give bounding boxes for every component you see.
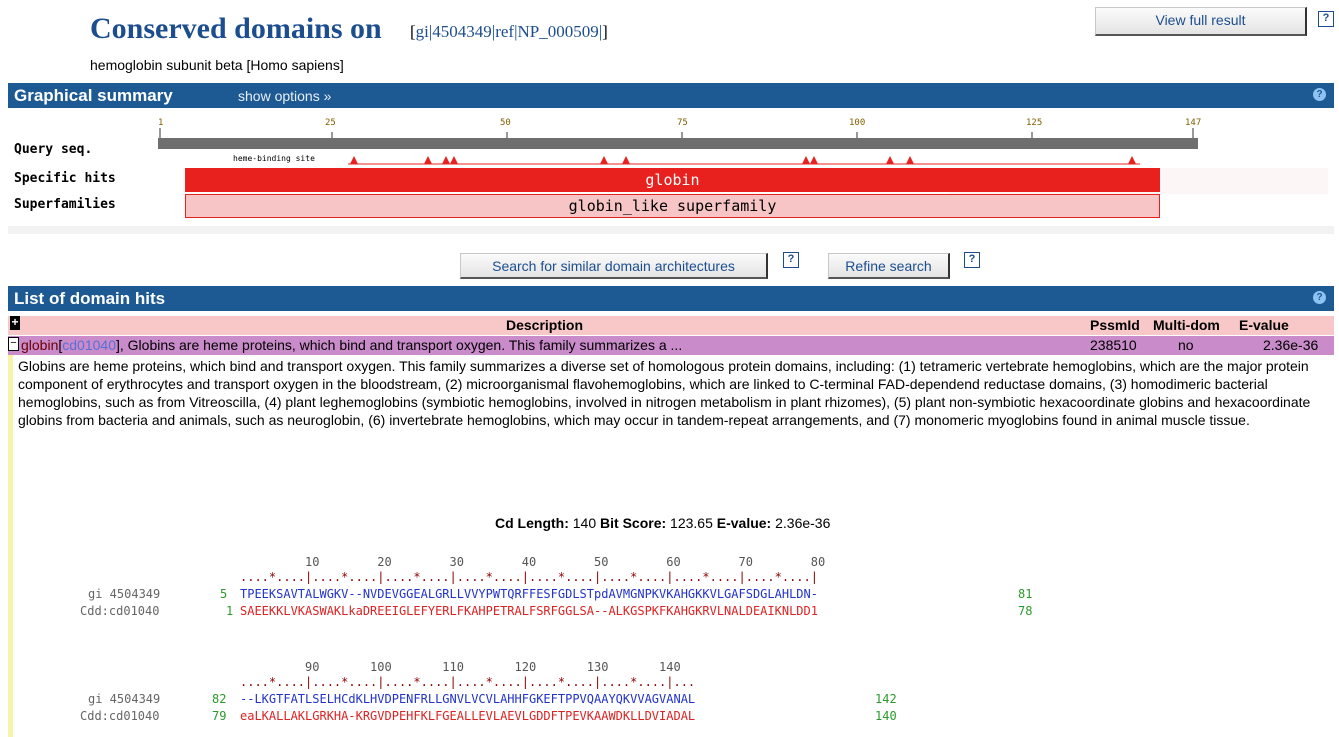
col-pssmid[interactable]: PssmId <box>1090 317 1140 333</box>
tick-147: 147 <box>1185 118 1202 128</box>
subject-start: 79 <box>212 709 227 723</box>
cd-length: 140 <box>572 515 597 531</box>
query-sequence: --LKGTFATLSELHCdKLHVDPENFRLLGNVLVCVLAHHF… <box>240 692 696 706</box>
acc-close: ] <box>602 22 608 41</box>
help-icon[interactable]: ? <box>1318 11 1334 27</box>
show-options-link[interactable]: show options » <box>238 88 331 104</box>
domain-hits-heading: List of domain hits <box>14 289 166 308</box>
ruler-numbers: 90 100 110 120 130 140 <box>240 660 681 674</box>
ruler: ....*....|....*....|....*....|....*....|… <box>240 675 696 689</box>
heme-binding-site-track[interactable] <box>340 152 1150 166</box>
subject-end: 78 <box>1018 604 1033 618</box>
tick-50: 50 <box>500 118 511 128</box>
tick-25: 25 <box>325 118 336 128</box>
specific-hits-label: Specific hits <box>14 171 116 186</box>
hit-short-desc: , Globins are heme proteins, which bind … <box>119 337 683 353</box>
superfamilies-label: Superfamilies <box>14 197 116 212</box>
graphical-summary-heading: Graphical summary <box>14 86 173 105</box>
query-end: 81 <box>1018 587 1033 601</box>
specific-hit-globin[interactable]: globin <box>185 168 1160 192</box>
refine-search-button[interactable]: Refine search <box>828 253 950 279</box>
site-label[interactable]: heme-binding site <box>233 154 315 163</box>
evalue: 2.36e-36 <box>775 515 831 531</box>
table-row[interactable]: − globin[cd01040], Globins are heme prot… <box>8 336 1334 355</box>
subject-sequence: SAEEKKLVKASWAKLkaDREEIGLEFYERLFKAHPETRAL… <box>240 604 818 618</box>
alignment-stats: Cd Length: 140 Bit Score: 123.65 E-value… <box>495 515 830 531</box>
col-evalue[interactable]: E-value <box>1239 317 1289 333</box>
page-title: Conserved domains on <box>90 12 382 45</box>
detail-strip <box>8 355 13 737</box>
hit-pssmid: 238510 <box>1090 337 1137 353</box>
superfamily-hit[interactable]: globin_like superfamily <box>185 194 1160 218</box>
subject-name[interactable]: Cdd:cd01040 <box>80 709 159 723</box>
hit-multidom: no <box>1178 337 1194 353</box>
query-name: gi 4504349 <box>88 692 161 706</box>
col-multidom[interactable]: Multi-dom <box>1153 317 1220 333</box>
help-icon[interactable]: ? <box>783 252 799 268</box>
query-start: 82 <box>212 692 227 706</box>
query-sequence: TPEEKSAVTALWGKV--NVDEVGGEALGRLLVVYPWTQRF… <box>240 587 818 601</box>
query-sequence-bar <box>158 138 1198 149</box>
view-full-result-button[interactable]: View full result <box>1095 7 1307 36</box>
ruler: ....*....|....*....|....*....|....*....|… <box>240 570 818 584</box>
tick-125: 125 <box>1026 118 1043 128</box>
hits-table-header: + Description PssmId Multi-dom E-value <box>8 316 1334 335</box>
collapse-icon[interactable]: − <box>8 337 19 351</box>
subject-end: 140 <box>875 709 897 723</box>
subject-name[interactable]: Cdd:cd01040 <box>80 604 159 618</box>
info-icon[interactable]: ? <box>1313 88 1326 101</box>
query-seq-label: Query seq. <box>14 142 93 157</box>
query-start: 5 <box>220 587 228 601</box>
subject-sequence: eaLKALLAKLGRKHA-KRGVDPEHFKLFGEALLEVLAEVL… <box>240 709 696 723</box>
search-similar-architectures-button[interactable]: Search for similar domain architectures <box>460 253 768 279</box>
bit-score-label: Bit Score: <box>600 515 667 531</box>
domain-full-description: Globins are heme proteins, which bind an… <box>18 358 1311 428</box>
accession-link[interactable]: gi|4504349|ref|NP_000509| <box>416 22 602 41</box>
bit-score: 123.65 <box>670 515 713 531</box>
domain-hits-bar: List of domain hits ? <box>8 286 1334 311</box>
info-icon[interactable]: ? <box>1313 291 1326 304</box>
tick-1: 1 <box>158 118 164 128</box>
col-description[interactable]: Description <box>506 317 583 333</box>
query-accession: [gi|4504349|ref|NP_000509|] <box>410 22 608 42</box>
ruler-numbers: 10 20 30 40 50 60 70 80 <box>240 555 826 569</box>
expand-all-icon[interactable]: + <box>10 316 20 330</box>
evalue-label: E-value: <box>716 515 772 531</box>
tick-75: 75 <box>677 118 688 128</box>
hit-cd-link[interactable]: cd01040 <box>62 337 116 353</box>
hit-name[interactable]: globin <box>21 337 58 353</box>
query-name: gi 4504349 <box>88 587 161 601</box>
query-end: 142 <box>875 692 897 706</box>
help-icon[interactable]: ? <box>964 252 980 268</box>
subject-start: 1 <box>226 604 234 618</box>
cd-length-label: Cd Length: <box>495 515 569 531</box>
tick-100: 100 <box>849 118 866 128</box>
protein-name: hemoglobin subunit beta [Homo sapiens] <box>90 57 344 73</box>
horizontal-scrollbar[interactable] <box>8 226 1334 234</box>
hit-description: globin[cd01040], Globins are heme protei… <box>21 337 682 353</box>
graphical-summary-bar: Graphical summary show options » ? <box>8 83 1334 108</box>
hit-evalue: 2.36e-36 <box>1263 337 1319 353</box>
